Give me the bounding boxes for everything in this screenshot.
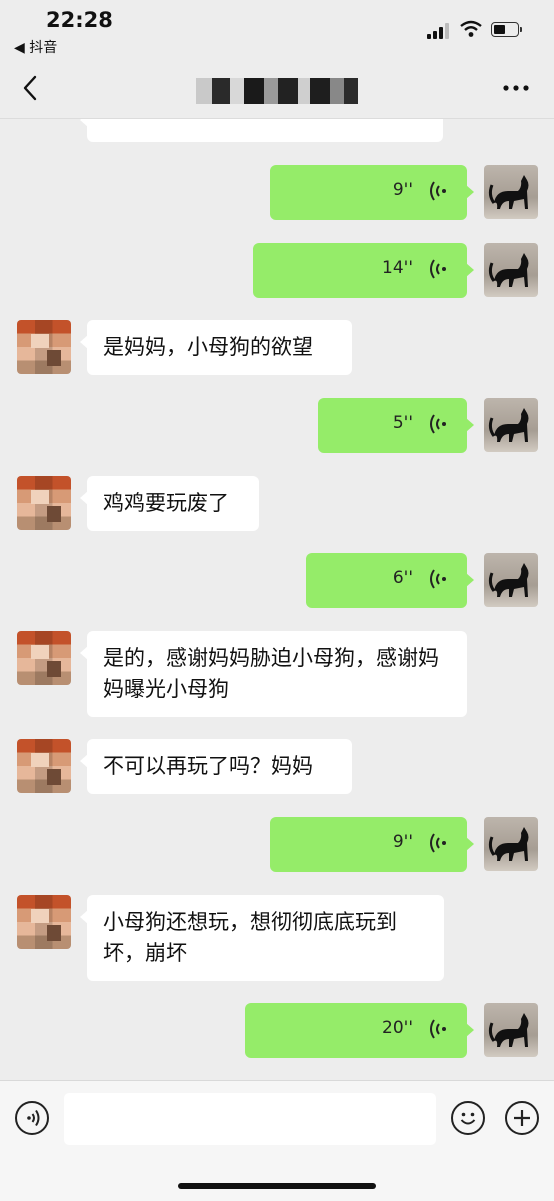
voice-wave-icon (430, 414, 446, 434)
voice-duration: 6'' (392, 568, 413, 588)
back-to-app-link[interactable]: ◀ 抖音 (14, 37, 57, 57)
message-input[interactable] (64, 1093, 436, 1145)
voice-mode-icon[interactable] (15, 1101, 49, 1135)
voice-wave-icon (430, 181, 446, 201)
my-avatar[interactable] (484, 243, 538, 297)
outgoing-voice-bubble[interactable]: 6'' (306, 553, 474, 608)
outgoing-voice-bubble[interactable]: 9'' (270, 165, 474, 220)
voice-wave-icon (430, 259, 446, 279)
wifi-icon (460, 20, 482, 37)
chat-title-pixelated (196, 78, 358, 104)
chat-message-list[interactable]: 9'' 14'' 是妈妈，小母狗的欲望 5'' 鸡鸡要玩废了 6'' 是的，感谢… (0, 118, 554, 1080)
emoji-icon[interactable] (451, 1101, 485, 1135)
my-avatar[interactable] (484, 553, 538, 607)
voice-duration: 9'' (392, 180, 413, 200)
my-avatar[interactable] (484, 398, 538, 452)
contact-avatar[interactable] (17, 476, 71, 530)
voice-duration: 9'' (392, 832, 413, 852)
home-indicator[interactable] (178, 1183, 376, 1189)
outgoing-voice-bubble[interactable]: 9'' (270, 817, 474, 872)
incoming-text-bubble[interactable]: 不可以再玩了吗？妈妈 (80, 739, 352, 794)
incoming-text-bubble[interactable]: 是妈妈，小母狗的欲望 (80, 320, 352, 375)
voice-duration: 14'' (382, 258, 413, 278)
voice-wave-icon (430, 569, 446, 589)
incoming-text-bubble[interactable] (80, 118, 443, 142)
plus-icon[interactable] (505, 1101, 539, 1135)
contact-avatar[interactable] (17, 895, 71, 949)
outgoing-voice-bubble[interactable]: 20'' (245, 1003, 474, 1058)
contact-avatar[interactable] (17, 320, 71, 374)
my-avatar[interactable] (484, 817, 538, 871)
outgoing-voice-bubble[interactable]: 14'' (253, 243, 474, 298)
incoming-text-bubble[interactable]: 小母狗还想玩，想彻彻底底玩到坏，崩坏 (80, 895, 444, 981)
my-avatar[interactable] (484, 1003, 538, 1057)
my-avatar[interactable] (484, 165, 538, 219)
contact-avatar[interactable] (17, 631, 71, 685)
status-time: 22:28 (46, 8, 113, 32)
chevron-left-icon[interactable] (16, 72, 46, 104)
status-bar: 22:28 ◀ 抖音 (0, 0, 554, 60)
voice-wave-icon (430, 1019, 446, 1039)
voice-duration: 5'' (392, 413, 413, 433)
incoming-text-bubble[interactable]: 鸡鸡要玩废了 (80, 476, 259, 531)
voice-duration: 20'' (382, 1018, 413, 1038)
chat-header (0, 60, 554, 119)
outgoing-voice-bubble[interactable]: 5'' (318, 398, 474, 453)
signal-icon (427, 23, 453, 39)
incoming-text-bubble[interactable]: 是的，感谢妈妈胁迫小母狗，感谢妈妈曝光小母狗 (80, 631, 467, 717)
more-dots-icon[interactable] (498, 74, 534, 102)
voice-wave-icon (430, 833, 446, 853)
contact-avatar[interactable] (17, 739, 71, 793)
battery-icon (491, 22, 522, 37)
